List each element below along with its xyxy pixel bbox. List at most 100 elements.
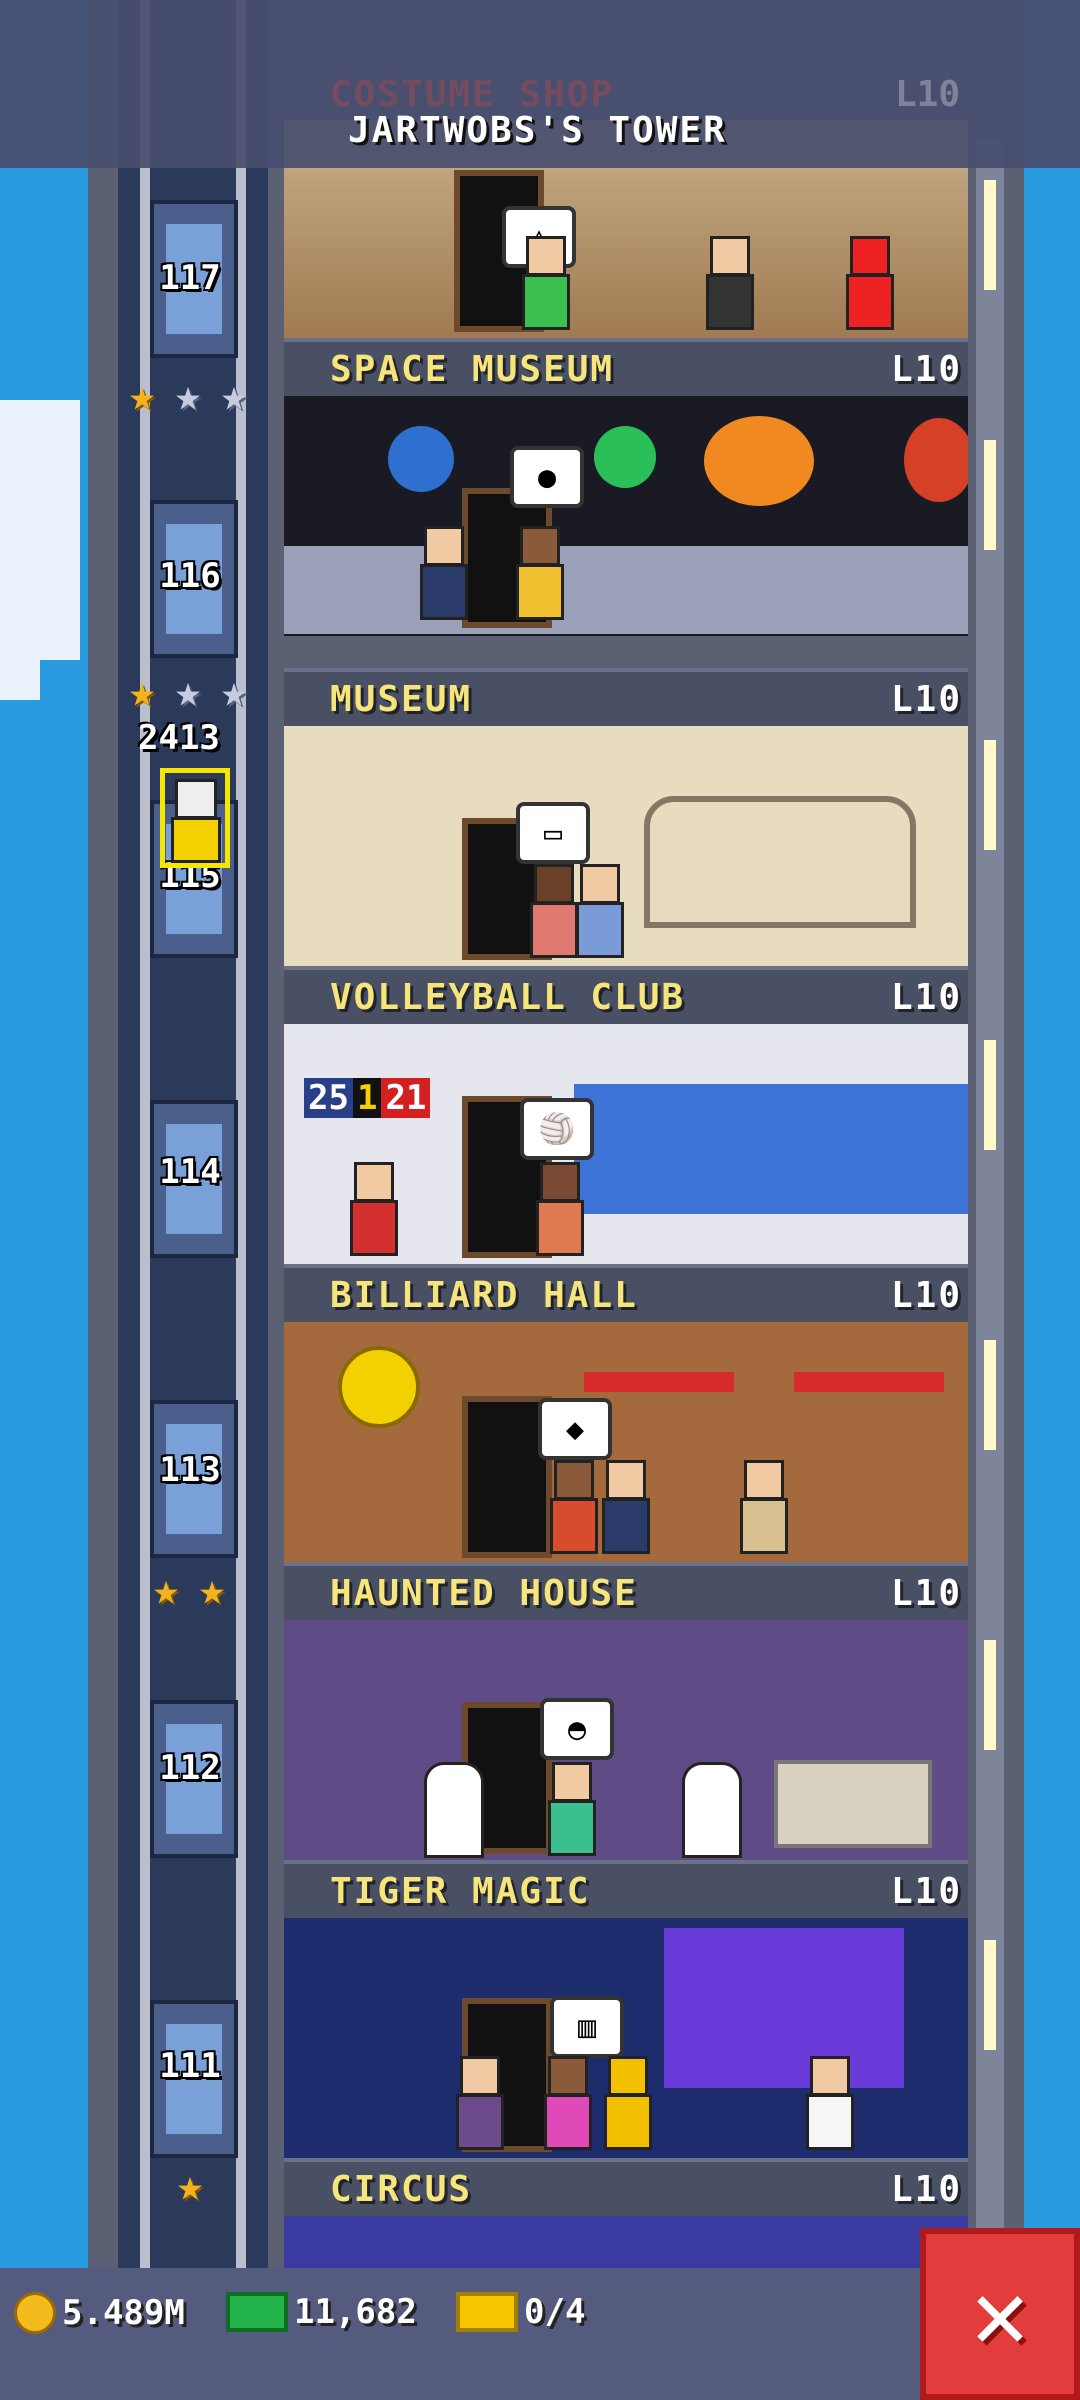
scoreboard: 25 1 21 bbox=[304, 1078, 431, 1118]
floor-number: 112 bbox=[159, 1748, 221, 1788]
room-interior bbox=[284, 396, 968, 636]
bitizen[interactable] bbox=[704, 236, 754, 332]
floor-level: L10 bbox=[890, 678, 962, 720]
partial-floor-level: L10 bbox=[895, 74, 961, 115]
floor-stars: ★ bbox=[168, 2164, 212, 2208]
bitizen[interactable] bbox=[602, 2056, 652, 2152]
floor-label: MUSEUM L10 bbox=[284, 668, 968, 726]
coins-value: 5.489M bbox=[62, 2293, 185, 2333]
tickets-stat[interactable]: 0/4 bbox=[456, 2292, 585, 2332]
bitizen[interactable] bbox=[548, 1460, 598, 1556]
floor-label: CIRCUS L10 bbox=[284, 2158, 968, 2216]
room-interior bbox=[284, 1620, 968, 1860]
bitizen[interactable] bbox=[514, 526, 564, 622]
floor-name: SPACE MUSEUM bbox=[330, 348, 615, 390]
top-header: COSTUME SHOP L10 JARTWOBS'S TOWER bbox=[0, 0, 1080, 168]
scoreboard-middle: 1 bbox=[352, 1078, 382, 1118]
coins-stat[interactable]: 5.489M bbox=[14, 2292, 185, 2334]
ticket-icon bbox=[456, 2292, 518, 2332]
floor-museum[interactable]: MUSEUM L10 ▭ bbox=[284, 668, 968, 966]
floor-level: L10 bbox=[890, 1572, 962, 1614]
bitizen[interactable] bbox=[804, 2056, 854, 2152]
floor-level: L10 bbox=[890, 2168, 962, 2210]
silver-star-icon: ★ bbox=[220, 666, 248, 717]
bitizen[interactable] bbox=[574, 864, 624, 960]
bitizen[interactable] bbox=[600, 1460, 650, 1556]
floor-level: L10 bbox=[890, 1274, 962, 1316]
speech-bubble[interactable]: ◆ bbox=[538, 1398, 612, 1460]
speech-bubble[interactable]: ● bbox=[510, 446, 584, 508]
floor-label: BILLIARD HALL L10 bbox=[284, 1264, 968, 1322]
bitizen[interactable] bbox=[738, 1460, 788, 1556]
scoreboard-right: 21 bbox=[381, 1078, 431, 1118]
room-interior bbox=[284, 726, 968, 966]
floor-tiger-magic[interactable]: TIGER MAGIC L10 ▥ bbox=[284, 1860, 968, 2158]
bux-stat[interactable]: 11,682 bbox=[226, 2292, 417, 2332]
floor-number: 111 bbox=[159, 2046, 221, 2086]
floor-level: L10 bbox=[890, 1870, 962, 1912]
cloud bbox=[0, 440, 40, 700]
scoreboard-left: 25 bbox=[304, 1078, 353, 1118]
floor-level: L10 bbox=[890, 348, 962, 390]
bux-value: 11,682 bbox=[294, 2292, 417, 2332]
close-button[interactable]: ✕ bbox=[920, 2228, 1080, 2400]
floor-name: VOLLEYBALL CLUB bbox=[330, 976, 686, 1018]
bitizen[interactable] bbox=[546, 1762, 596, 1858]
bitizen[interactable] bbox=[528, 864, 578, 960]
ghost[interactable] bbox=[424, 1762, 484, 1858]
speech-bubble[interactable]: 🏐 bbox=[520, 1098, 594, 1160]
floor-name: HAUNTED HOUSE bbox=[330, 1572, 638, 1614]
floor-level: L10 bbox=[890, 976, 962, 1018]
bitizen[interactable] bbox=[348, 1162, 398, 1258]
bitizen[interactable] bbox=[454, 2056, 504, 2152]
floor-circus[interactable]: CIRCUS L10 bbox=[284, 2158, 968, 2268]
floor-name: BILLIARD HALL bbox=[330, 1274, 638, 1316]
bottom-status-bar bbox=[0, 2268, 1080, 2400]
floor-number: 114 bbox=[159, 1152, 221, 1192]
gold-star-icon: ★ bbox=[128, 666, 156, 717]
silver-star-icon: ★ bbox=[220, 370, 248, 421]
floor-haunted-house[interactable]: HAUNTED HOUSE L10 ◓ bbox=[284, 1562, 968, 1860]
floor-stars: ★ ★ ★ bbox=[120, 670, 256, 714]
gold-star-icon: ★ bbox=[128, 370, 156, 421]
bitizen[interactable] bbox=[520, 236, 570, 332]
silver-star-icon: ★ bbox=[174, 666, 202, 717]
speech-bubble[interactable]: ▭ bbox=[516, 802, 590, 864]
bitizen[interactable] bbox=[418, 526, 468, 622]
floor-label: HAUNTED HOUSE L10 bbox=[284, 1562, 968, 1620]
elevator-rail bbox=[140, 0, 150, 2280]
floor-number: 116 bbox=[159, 556, 221, 596]
bitizen[interactable] bbox=[844, 236, 894, 332]
floor-label: SPACE MUSEUM L10 bbox=[284, 338, 968, 396]
gold-star-icon: ★ bbox=[176, 2160, 204, 2211]
floor-number: 117 bbox=[159, 258, 221, 298]
floor-name: CIRCUS bbox=[330, 2168, 473, 2210]
floor-number: 113 bbox=[159, 1450, 221, 1490]
floor-volleyball-club[interactable]: VOLLEYBALL CLUB L10 25 1 21 🏐 bbox=[284, 966, 968, 1264]
bux-icon bbox=[226, 2292, 288, 2332]
silver-star-icon: ★ bbox=[174, 370, 202, 421]
tickets-value: 0/4 bbox=[524, 2292, 586, 2332]
gold-star-icon: ★ bbox=[198, 1564, 226, 1615]
partial-floor-name: COSTUME SHOP bbox=[330, 74, 615, 115]
elevator-bitizen[interactable] bbox=[160, 768, 230, 868]
coin-icon bbox=[14, 2292, 56, 2334]
floor-space-museum[interactable]: SPACE MUSEUM L10 ● bbox=[284, 338, 968, 718]
gold-star-icon: ★ bbox=[152, 1564, 180, 1615]
speech-bubble[interactable]: ◓ bbox=[540, 1698, 614, 1760]
floor-name: MUSEUM bbox=[330, 678, 473, 720]
bitizen[interactable] bbox=[534, 1162, 584, 1258]
room-interior bbox=[284, 2216, 968, 2268]
bitizen[interactable] bbox=[542, 2056, 592, 2152]
elevator-passenger-count: 2413 bbox=[138, 718, 220, 758]
floor-stars: ★ ★ bbox=[144, 1568, 234, 1612]
floor-name: TIGER MAGIC bbox=[330, 1870, 591, 1912]
floor-billiard-hall[interactable]: BILLIARD HALL L10 ◆ bbox=[284, 1264, 968, 1562]
floor-label: TIGER MAGIC L10 bbox=[284, 1860, 968, 1918]
speech-bubble[interactable]: ▥ bbox=[550, 1996, 624, 2058]
floor-label: VOLLEYBALL CLUB L10 bbox=[284, 966, 968, 1024]
ghost[interactable] bbox=[682, 1762, 742, 1858]
tower-side-lights bbox=[976, 140, 1004, 2280]
tower-title[interactable]: JARTWOBS'S TOWER bbox=[348, 110, 727, 151]
close-icon: ✕ bbox=[971, 2258, 1029, 2370]
